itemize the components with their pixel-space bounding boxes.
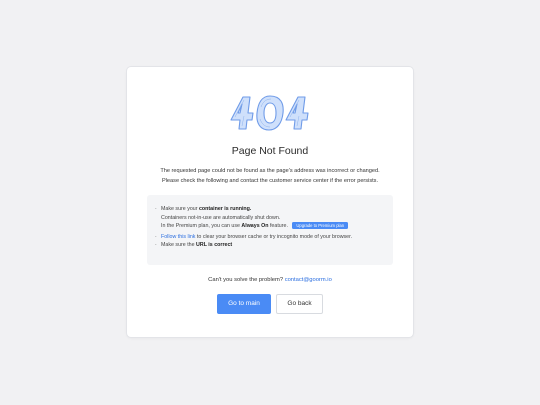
bullet: · bbox=[155, 206, 157, 212]
contact-email-link[interactable]: contact@goorm.io bbox=[285, 277, 332, 283]
error-description: The requested page could not be found as… bbox=[137, 166, 403, 186]
tip-emphasis: Always On bbox=[241, 223, 269, 229]
tip-emphasis: container is running. bbox=[198, 206, 252, 212]
error-card: Page Not Found The requested page could … bbox=[127, 67, 413, 337]
error-404-illustration bbox=[230, 95, 309, 131]
tip-detail: Containers not-in-use are automatically … bbox=[161, 214, 281, 221]
upgrade-premium-button[interactable]: Upgrade to Premium plan bbox=[292, 222, 349, 230]
tip-url-correct: · Make sure the URL is correct bbox=[155, 241, 385, 250]
troubleshooting-tips: · Make sure your container is running. C… bbox=[147, 195, 393, 265]
page-title: Page Not Found bbox=[231, 145, 309, 157]
tip-container-running: · Make sure your container is running. bbox=[155, 205, 385, 214]
clear-cache-link[interactable]: Follow this link bbox=[161, 234, 195, 240]
tip-text: Make sure the bbox=[161, 242, 197, 248]
go-back-button[interactable]: Go back bbox=[276, 294, 323, 314]
go-to-main-button[interactable]: Go to main bbox=[217, 294, 271, 314]
tip-emphasis: URL is correct bbox=[196, 242, 233, 248]
tip-text: In the Premium plan, you can use bbox=[161, 223, 242, 229]
tip-text: to clear your browser cache or try incog… bbox=[195, 233, 353, 240]
bullet: · bbox=[155, 242, 157, 248]
description-line: The requested page could not be found as… bbox=[160, 168, 380, 174]
help-label: Can't you solve the problem? bbox=[208, 277, 285, 283]
help-text: Can't you solve the problem? contact@goo… bbox=[127, 277, 413, 283]
bullet: · bbox=[155, 233, 157, 240]
tip-clear-cache: · Follow this link to clear your browser… bbox=[155, 233, 385, 242]
description-line: Please check the following and contact t… bbox=[161, 178, 379, 184]
tip-detail-premium: In the Premium plan, you can use Always … bbox=[155, 222, 385, 231]
tip-text: Make sure your bbox=[161, 206, 199, 212]
tip-text: feature. bbox=[268, 223, 288, 229]
